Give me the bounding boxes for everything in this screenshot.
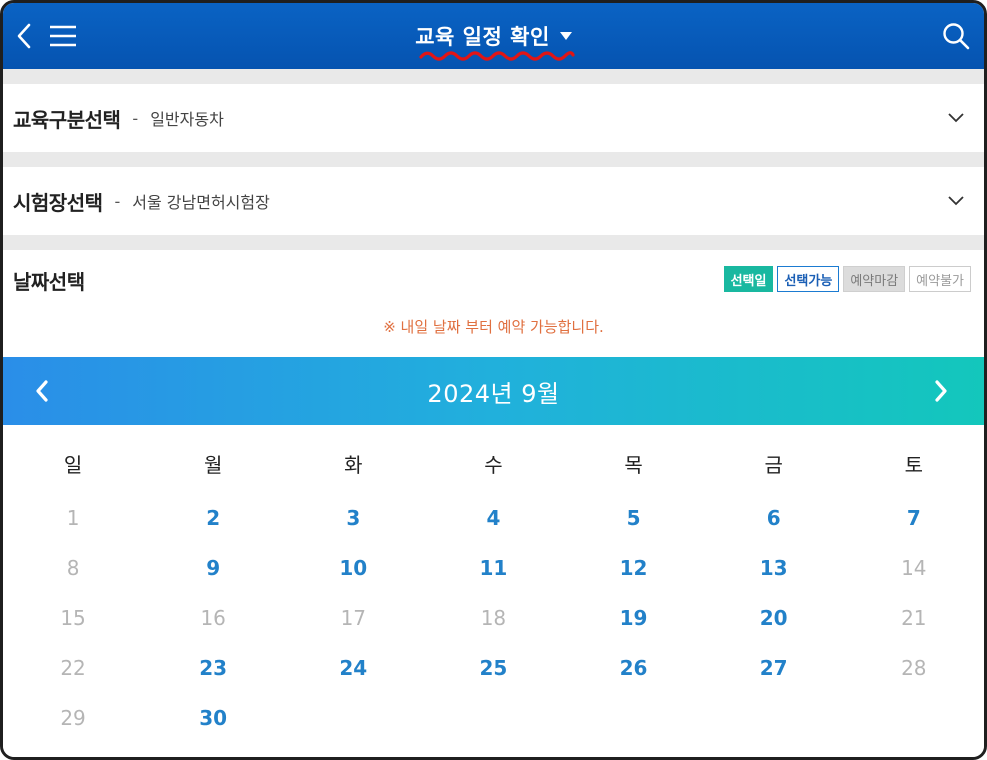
calendar-day-unavailable: 29 [60,706,86,730]
education-type-value: 일반자동차 [150,110,224,129]
reservation-notice: ※ 내일 날짜 부터 예약 가능합니다. [383,318,604,336]
calendar-day-unavailable: 8 [66,556,80,580]
chevron-left-icon [36,380,48,402]
date-selection-title: 날짜선택 [13,270,85,294]
calendar-day-unavailable: 18 [480,606,507,630]
top-app-bar: 교육 일정 확인 [3,3,984,69]
calendar-day-available[interactable]: 6 [704,493,844,543]
calendar-day-unavailable: 16 [200,606,226,630]
education-type-selector[interactable]: 교육구분선택 - 일반자동차 [3,84,984,152]
weekday-header: 일월화수목금토 [3,445,984,481]
app-frame: 교육 일정 확인 교육구분선택 - 일반자동차 시험장선택 - 서울 강남면허시… [0,0,987,760]
calendar-day-unavailable: 28 [901,656,927,680]
calendar-day-available[interactable]: 12 [564,543,704,593]
test-center-label: 시험장선택 [13,190,103,215]
legend-closed: 예약마감 [843,266,906,292]
calendar-day-available[interactable]: 7 [844,493,984,543]
legend-available: 선택가능 [777,266,840,292]
chevron-down-icon [948,196,964,206]
calendar-day-available[interactable]: 2 [143,493,283,543]
month-navigation-bar: 2024년 9월 [3,357,984,425]
calendar-empty-cell [564,693,704,743]
calendar-week-row: 8 9 10 11 12 13 14 [3,543,984,593]
weekday-label: 토 [904,452,924,477]
chevron-right-icon [935,380,947,402]
separator-dash: - [132,108,139,128]
calendar-day-available[interactable]: 27 [704,643,844,693]
page-title-dropdown[interactable]: 교육 일정 확인 [3,3,984,69]
calendar-legend: 선택일 선택가능 예약마감 예약불가 [723,266,971,292]
search-icon [943,23,970,50]
weekday-label: 화 [344,452,363,477]
weekday-label: 월 [203,452,223,477]
calendar-day-available[interactable]: 13 [704,543,844,593]
calendar-day-available[interactable]: 11 [423,543,563,593]
calendar-day-available[interactable]: 5 [564,493,704,543]
weekday-label: 목 [624,452,643,477]
calendar-day-available[interactable]: 3 [283,493,423,543]
calendar-week-row: 22 23 24 25 26 27 28 [3,643,984,693]
page-title: 교육 일정 확인 [415,25,550,49]
calendar-empty-cell [704,693,844,743]
current-month-label: 2024년 9월 [427,379,560,408]
calendar-day-unavailable: 21 [901,606,927,630]
calendar-day-unavailable: 1 [66,506,80,530]
calendar-day-unavailable: 14 [901,556,927,580]
calendar-day-available[interactable]: 26 [564,643,704,693]
calendar-empty-cell [844,693,984,743]
calendar-empty-cell [423,693,563,743]
search-button[interactable] [936,3,976,69]
calendar-day-available[interactable]: 10 [283,543,423,593]
calendar-day-available[interactable]: 24 [283,643,423,693]
weekday-label: 금 [764,452,783,477]
calendar-weeks: 1 2 3 4 5 6 7 8 9 10 11 12 13 14 15 16 17 18 19 20 21 22 23 24 2… [3,493,984,743]
weekday-label: 일 [63,452,83,477]
separator-dash: - [114,191,121,211]
calendar-day-unavailable: 17 [340,606,367,630]
calendar-week-row: 15 16 17 18 19 20 21 [3,593,984,643]
test-center-selector[interactable]: 시험장선택 - 서울 강남면허시험장 [3,167,984,235]
calendar-day-unavailable: 15 [60,606,86,630]
calendar-grid: 일월화수목금토 1 2 3 4 5 6 7 8 9 10 11 12 13 14 15 16 17 18 19 20 2… [3,445,984,743]
previous-month-button[interactable] [17,357,67,425]
calendar-empty-cell [283,693,423,743]
next-month-button[interactable] [916,357,966,425]
caret-down-icon [559,32,572,40]
calendar-day-available[interactable]: 20 [704,593,844,643]
education-type-label: 교육구분선택 [13,107,121,132]
chevron-down-icon [948,113,964,123]
calendar-week-row: 29 30 [3,693,984,743]
calendar-day-available[interactable]: 9 [143,543,283,593]
legend-selected: 선택일 [723,266,774,292]
legend-unavailable: 예약불가 [909,266,971,292]
date-selection-panel: 날짜선택 선택일 선택가능 예약마감 예약불가 ※ 내일 날짜 부터 예약 가능… [3,250,984,757]
calendar-day-available[interactable]: 19 [564,593,704,643]
weekday-label: 수 [484,452,503,477]
calendar-week-row: 1 234567 [3,493,984,543]
calendar-day-available[interactable]: 25 [423,643,563,693]
calendar-day-available[interactable]: 23 [143,643,283,693]
calendar-day-unavailable: 22 [60,656,86,680]
calendar-day-available[interactable]: 30 [143,693,283,743]
test-center-value: 서울 강남면허시험장 [132,193,270,212]
calendar-day-available[interactable]: 4 [423,493,563,543]
